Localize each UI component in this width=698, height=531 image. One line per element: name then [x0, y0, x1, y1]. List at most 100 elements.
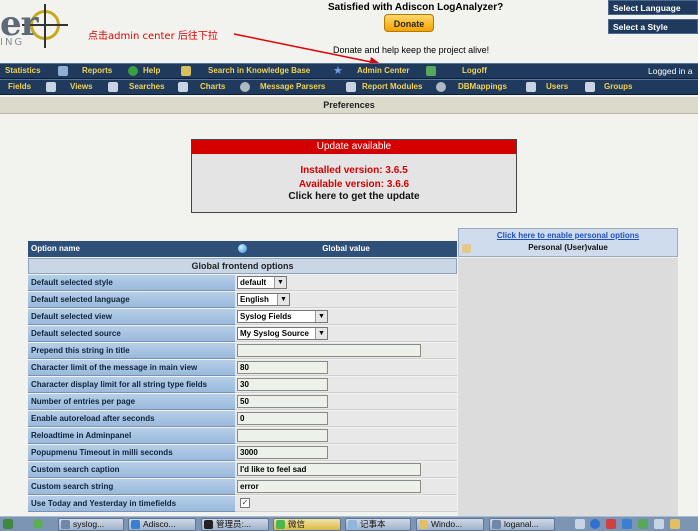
- report-modules-icon: [346, 82, 356, 92]
- tray-icon[interactable]: [606, 519, 616, 529]
- option-label: Default selected source: [28, 326, 235, 342]
- select-language-dropdown[interactable]: Select Language: [608, 0, 698, 15]
- groups-icon: [585, 82, 595, 92]
- tray-icon[interactable]: [670, 519, 680, 529]
- column-header-global: Global value: [235, 241, 457, 257]
- today-yesterday-checkbox[interactable]: ✓: [240, 498, 250, 508]
- star-icon: ★: [333, 64, 343, 77]
- option-value-cell: 50: [235, 394, 457, 410]
- admin-reloadtime-input[interactable]: [237, 429, 328, 442]
- view-select-value: Syslog Fields: [240, 312, 292, 321]
- taskbar-item[interactable]: 微信: [273, 518, 341, 531]
- window-icon: [492, 520, 501, 529]
- autoreload-input[interactable]: 0: [237, 412, 328, 425]
- taskbar-item-label: syslog...: [73, 519, 105, 529]
- option-value-cell: Syslog Fields ▼: [235, 309, 457, 325]
- chevron-down-icon: ▼: [315, 328, 327, 339]
- option-value-cell: 0: [235, 411, 457, 427]
- window-icon: [61, 520, 70, 529]
- option-value-cell: default ▼: [235, 275, 457, 291]
- option-value-cell: English ▼: [235, 292, 457, 308]
- available-version: Available version: 3.6.6: [298, 179, 410, 190]
- option-label: Default selected view: [28, 309, 235, 325]
- popup-timeout-input[interactable]: 3000: [237, 446, 328, 459]
- update-title: Update available: [192, 140, 516, 154]
- option-label: Enable autoreload after seconds: [28, 411, 235, 427]
- start-icon[interactable]: [3, 519, 13, 529]
- custom-search-string-input[interactable]: error: [237, 480, 421, 493]
- menu-fields[interactable]: Fields: [8, 80, 31, 94]
- logo-subtext: ING: [0, 37, 25, 48]
- folder-icon: [419, 520, 428, 529]
- globe-icon: [238, 244, 247, 253]
- select-style-dropdown[interactable]: Select a Style: [608, 19, 698, 34]
- logged-in-text: Logged in a: [648, 66, 693, 76]
- string-display-limit-input[interactable]: 30: [237, 378, 328, 391]
- taskbar-item[interactable]: 记事本: [345, 518, 411, 531]
- installed-version: Installed version: 3.6.5: [300, 165, 408, 176]
- menu-dbmappings[interactable]: DBMappings: [458, 80, 507, 94]
- language-select[interactable]: English ▼: [237, 293, 290, 306]
- prepend-title-input[interactable]: [237, 344, 421, 357]
- enable-personal-options-link[interactable]: Click here to enable personal options: [459, 231, 677, 240]
- network-icon[interactable]: [638, 519, 648, 529]
- reports-icon: [58, 66, 68, 76]
- view-select[interactable]: Syslog Fields ▼: [237, 310, 328, 323]
- personal-value-label: Personal (User)value: [528, 243, 608, 252]
- entries-per-page-input[interactable]: 50: [237, 395, 328, 408]
- option-value-cell: 30: [235, 377, 457, 393]
- style-select[interactable]: default ▼: [237, 276, 287, 289]
- taskbar-item[interactable]: Windo...: [416, 518, 484, 531]
- menu-groups[interactable]: Groups: [604, 80, 632, 94]
- source-select[interactable]: My Syslog Source ▼: [237, 327, 328, 340]
- taskbar-item[interactable]: syslog...: [58, 518, 124, 531]
- option-value-cell: [235, 428, 457, 444]
- menu-search-knowledge-base[interactable]: Search in Knowledge Base: [208, 64, 310, 78]
- help-tray-icon[interactable]: [590, 519, 600, 529]
- menu-report-modules[interactable]: Report Modules: [362, 80, 422, 94]
- taskbar-item-label: 管理员:...: [216, 519, 251, 529]
- option-label: Custom search caption: [28, 462, 235, 478]
- menu-reports[interactable]: Reports: [82, 64, 112, 78]
- donate-button[interactable]: Donate: [384, 14, 434, 32]
- quicklaunch-icon[interactable]: [33, 519, 43, 529]
- taskbar-item-label: 记事本: [360, 519, 386, 529]
- menu-searches[interactable]: Searches: [129, 80, 165, 94]
- option-value-cell: 80: [235, 360, 457, 376]
- taskbar-item[interactable]: 管理员:...: [201, 518, 269, 531]
- tray-icon[interactable]: [575, 519, 585, 529]
- chevron-down-icon: ▼: [274, 277, 286, 288]
- menu-charts[interactable]: Charts: [200, 80, 225, 94]
- menu-admin-center[interactable]: Admin Center: [357, 64, 409, 78]
- tray-icon[interactable]: [622, 519, 632, 529]
- menu-views[interactable]: Views: [70, 80, 93, 94]
- option-label: Default selected language: [28, 292, 235, 308]
- column-header-global-label: Global value: [322, 244, 370, 253]
- taskbar-item[interactable]: Adisco...: [128, 518, 196, 531]
- knowledge-base-icon: [181, 66, 191, 76]
- option-value-cell: error: [235, 479, 457, 495]
- message-char-limit-input[interactable]: 80: [237, 361, 328, 374]
- personal-value-column: [458, 258, 678, 516]
- option-label: Popupmenu Timeout in milli seconds: [28, 445, 235, 461]
- option-label: Character display limit for all string t…: [28, 377, 235, 393]
- menu-users[interactable]: Users: [546, 80, 568, 94]
- notepad-icon: [348, 520, 357, 529]
- wechat-icon: [276, 520, 285, 529]
- logo-crosshair-line: [44, 4, 46, 48]
- taskbar-item[interactable]: loganal...: [489, 518, 555, 531]
- option-label: Use Today and Yesterday in timefields: [28, 496, 235, 512]
- taskbar-item-label: Adisco...: [143, 519, 176, 529]
- menu-statistics[interactable]: Statistics: [5, 64, 41, 78]
- column-header-option: Option name: [28, 241, 235, 257]
- searches-icon: [108, 82, 118, 92]
- update-panel: Update available Installed version: 3.6.…: [191, 139, 517, 213]
- menu-message-parsers[interactable]: Message Parsers: [260, 80, 325, 94]
- menu-logoff[interactable]: Logoff: [462, 64, 487, 78]
- help-icon: [128, 66, 138, 76]
- get-update-link[interactable]: Click here to get the update: [192, 191, 516, 202]
- volume-icon[interactable]: [654, 519, 664, 529]
- custom-search-caption-input[interactable]: I'd like to feel sad: [237, 463, 421, 476]
- option-value-cell: ✓: [235, 496, 457, 512]
- menu-help[interactable]: Help: [143, 64, 160, 78]
